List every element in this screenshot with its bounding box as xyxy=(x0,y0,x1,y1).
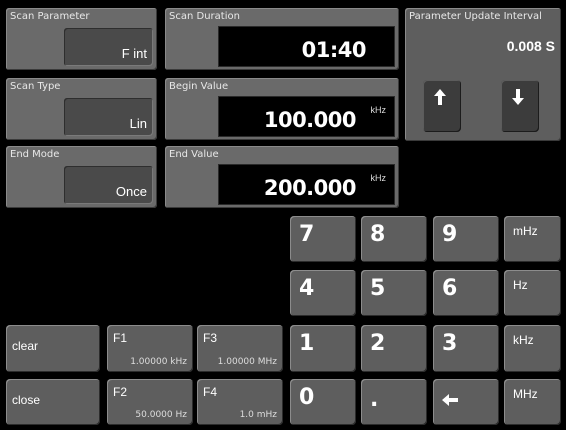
end-value-unit: kHz xyxy=(370,173,387,183)
key-7[interactable]: 7 xyxy=(290,216,356,262)
clear-button-label: clear xyxy=(12,339,39,353)
key-khz[interactable]: kHz xyxy=(504,325,561,372)
preset-f3-value: 1.00000 MHz xyxy=(217,357,277,367)
key-0-label: 0 xyxy=(299,385,315,410)
key-6-label: 6 xyxy=(442,276,458,301)
end-value-label: End Value xyxy=(169,149,219,160)
interval-down-button[interactable] xyxy=(501,80,539,132)
preset-f3-button[interactable]: F3 1.00000 MHz xyxy=(197,325,283,372)
key-4[interactable]: 4 xyxy=(290,270,356,316)
key-9-label: 9 xyxy=(442,222,458,247)
key-8[interactable]: 8 xyxy=(361,216,427,262)
begin-value-unit: kHz xyxy=(370,105,387,115)
scan-duration-label: Scan Duration xyxy=(169,11,240,22)
end-mode-value: Once xyxy=(115,184,147,199)
key-1[interactable]: 1 xyxy=(290,325,356,372)
key-5[interactable]: 5 xyxy=(361,270,427,316)
update-interval-label: Parameter Update Interval xyxy=(409,11,542,22)
update-interval-panel: Parameter Update Interval 0.008 S xyxy=(405,8,561,141)
scan-duration-panel: Scan Duration 01:40 xyxy=(165,8,399,70)
preset-f2-button[interactable]: F2 50.0000 Hz xyxy=(107,379,193,425)
end-mode-panel: End Mode Once xyxy=(6,146,157,208)
scan-type-panel: Scan Type Lin xyxy=(6,78,157,140)
clear-button[interactable]: clear xyxy=(6,325,100,372)
preset-f1-label: F1 xyxy=(113,331,128,345)
scan-type-select[interactable]: Lin xyxy=(64,98,153,136)
key-3[interactable]: 3 xyxy=(433,325,499,372)
key-hz-label: Hz xyxy=(513,278,528,292)
key-4-label: 4 xyxy=(299,276,315,301)
key-2-label: 2 xyxy=(370,331,386,356)
backspace-button[interactable] xyxy=(433,379,499,425)
preset-f4-label: F4 xyxy=(203,385,218,399)
key-6[interactable]: 6 xyxy=(433,270,499,316)
update-interval-value: 0.008 S xyxy=(506,38,555,54)
key-decimal-label: . xyxy=(370,387,379,412)
preset-f1-button[interactable]: F1 1.00000 kHz xyxy=(107,325,193,372)
scan-type-value: Lin xyxy=(129,116,147,131)
close-button-label: close xyxy=(12,393,41,407)
arrow-left-icon xyxy=(441,393,459,412)
preset-f3-label: F3 xyxy=(203,331,218,345)
close-button[interactable]: close xyxy=(6,379,100,425)
begin-value-panel: Begin Value 100.000 kHz xyxy=(165,78,399,140)
begin-value-label: Begin Value xyxy=(169,81,229,92)
end-value-display[interactable]: 200.000 kHz xyxy=(218,164,395,205)
key-8-label: 8 xyxy=(370,222,386,247)
end-value-panel: End Value 200.000 kHz xyxy=(165,146,399,208)
key-mhz-milli-label: mHz xyxy=(513,224,538,238)
arrow-down-icon xyxy=(511,88,525,111)
preset-f1-value: 1.00000 kHz xyxy=(130,357,187,367)
preset-f2-label: F2 xyxy=(113,385,128,399)
key-7-label: 7 xyxy=(299,222,315,247)
begin-value-display[interactable]: 100.000 kHz xyxy=(218,96,395,137)
key-mhz-mega-label: MHz xyxy=(513,387,538,401)
scan-type-label: Scan Type xyxy=(10,81,61,92)
scan-parameter-panel: Scan Parameter F int xyxy=(6,8,157,70)
key-1-label: 1 xyxy=(299,331,315,356)
key-mhz-mega[interactable]: MHz xyxy=(504,379,561,425)
scan-parameter-select[interactable]: F int xyxy=(64,28,153,66)
key-9[interactable]: 9 xyxy=(433,216,499,262)
key-khz-label: kHz xyxy=(513,333,534,347)
preset-f2-value: 50.0000 Hz xyxy=(135,410,187,420)
key-0[interactable]: 0 xyxy=(290,379,356,425)
begin-value-number: 100.000 xyxy=(263,108,357,132)
key-2[interactable]: 2 xyxy=(361,325,427,372)
key-5-label: 5 xyxy=(370,276,386,301)
end-mode-label: End Mode xyxy=(10,149,60,160)
key-3-label: 3 xyxy=(442,331,458,356)
key-hz[interactable]: Hz xyxy=(504,270,561,316)
arrow-up-icon xyxy=(433,88,447,111)
end-mode-select[interactable]: Once xyxy=(64,166,153,204)
end-value-number: 200.000 xyxy=(263,176,357,200)
scan-parameter-value: F int xyxy=(121,46,147,61)
scan-duration-value: 01:40 xyxy=(301,38,367,62)
key-decimal[interactable]: . xyxy=(361,379,427,425)
scan-duration-display[interactable]: 01:40 xyxy=(218,26,395,67)
preset-f4-value: 1.0 mHz xyxy=(239,410,277,420)
interval-up-button[interactable] xyxy=(423,80,461,132)
key-mhz-milli[interactable]: mHz xyxy=(504,216,561,262)
scan-parameter-label: Scan Parameter xyxy=(10,11,90,22)
preset-f4-button[interactable]: F4 1.0 mHz xyxy=(197,379,283,425)
